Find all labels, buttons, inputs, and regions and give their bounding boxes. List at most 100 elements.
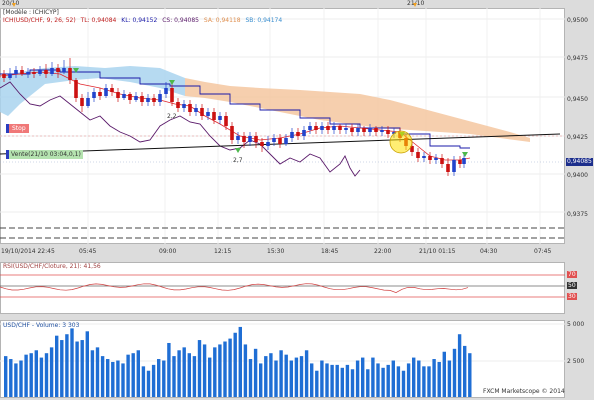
model-label: [Modèle : ICHICYP] <box>3 9 59 16</box>
candlestick <box>134 92 138 102</box>
candle-body <box>278 138 282 144</box>
candlestick <box>296 128 300 140</box>
candle-body <box>2 74 6 78</box>
price-tick-3: 0,9425 <box>567 134 588 141</box>
candle-body <box>368 128 372 132</box>
volume-bar <box>442 351 446 397</box>
candle-body <box>38 70 42 74</box>
candle-body <box>134 96 138 100</box>
candle-body <box>218 116 222 120</box>
candle-body <box>68 68 72 80</box>
candle-body <box>188 104 192 112</box>
candle-body <box>206 112 210 116</box>
stop-badge[interactable]: Stop <box>6 124 29 133</box>
candle-body <box>32 72 36 74</box>
candle-body <box>374 128 378 132</box>
volume-label: USD/CHF - Volume: 3 303 <box>3 322 80 329</box>
volume-bar <box>345 364 350 397</box>
candle-body <box>302 130 306 136</box>
candle-body <box>380 130 384 132</box>
candlestick <box>458 156 462 168</box>
candlestick <box>92 88 96 102</box>
current-price-tag: 0,94085 <box>566 158 593 166</box>
volume-chart[interactable] <box>0 320 565 398</box>
candle-body <box>242 136 246 142</box>
vente-badge[interactable]: Vente(21/10 03:04,0,1) <box>6 150 83 159</box>
candle-body <box>212 112 216 120</box>
candlestick <box>290 128 294 142</box>
volume-bar <box>208 357 212 397</box>
candle-body <box>428 156 432 160</box>
ichimoku-kl: KL: 0,94152 <box>121 17 158 24</box>
candlestick <box>104 84 108 98</box>
candlestick <box>440 154 444 168</box>
volume-tick-5000: 5 000 <box>567 321 585 328</box>
volume-bar <box>361 357 365 397</box>
volume-bar <box>401 370 406 397</box>
price-tick-0: 0,9500 <box>567 17 588 24</box>
vente-badge-label: Vente(21/10 03:04,0,1) <box>9 150 83 159</box>
volume-bar <box>24 354 28 397</box>
volume-bar <box>253 348 258 397</box>
rsi-level-50: 50 <box>567 282 577 289</box>
rsi-level-70: 70 <box>567 271 577 278</box>
volume-bar <box>70 328 74 397</box>
volume-bar <box>100 356 105 397</box>
candle-body <box>446 164 450 172</box>
time-label-7: 21/10 01:15 <box>419 248 456 255</box>
volume-bar <box>55 335 59 397</box>
candle-body <box>344 128 348 130</box>
candle-body <box>326 126 330 130</box>
volume-bar <box>412 357 416 397</box>
volume-bar <box>259 363 263 397</box>
volume-bar <box>238 326 242 397</box>
candlestick <box>176 98 180 112</box>
volume-bar <box>457 334 462 397</box>
candle-body <box>230 126 234 140</box>
candle-body <box>14 70 18 74</box>
candle-body <box>290 132 294 138</box>
time-label-0: 19/10/2014 22:45 <box>1 248 55 255</box>
candle-body <box>356 128 360 132</box>
candlestick <box>362 126 366 136</box>
volume-bar <box>218 344 222 397</box>
price-chart[interactable]: 2,2 2,7 <box>0 8 565 244</box>
volume-bar <box>304 350 309 397</box>
candle-body <box>170 88 174 102</box>
sell-signal-arrow-b <box>235 148 241 153</box>
volume-bar <box>4 356 8 397</box>
volume-bar <box>34 350 38 397</box>
volume-bar <box>417 360 421 397</box>
volume-bar <box>279 350 283 397</box>
candle-body <box>128 94 132 100</box>
price-tick-1: 0,9475 <box>567 55 588 62</box>
stop-badge-label: Stop <box>9 124 29 133</box>
candlestick <box>416 148 420 162</box>
volume-bar <box>172 356 176 397</box>
volume-bar <box>381 367 385 397</box>
sell-signal-arrow-c <box>462 152 468 157</box>
candle-body <box>104 88 108 96</box>
candlestick <box>350 124 354 136</box>
candle-body <box>332 126 336 130</box>
candle-body <box>296 132 300 136</box>
volume-bar <box>151 364 156 397</box>
ichimoku-cs: CS: 0,94085 <box>162 17 199 24</box>
volume-bar <box>9 359 13 397</box>
volume-bar <box>340 367 344 397</box>
volume-bar <box>391 360 395 397</box>
volume-bar <box>182 347 186 397</box>
volume-bar <box>310 363 314 397</box>
candle-body <box>44 70 48 74</box>
volume-bar <box>406 363 411 397</box>
time-label-5: 18:45 <box>321 248 339 255</box>
candle-body <box>110 88 114 92</box>
volume-bar <box>121 363 125 397</box>
volume-bar <box>437 361 441 397</box>
candle-body <box>194 108 198 112</box>
volume-bar <box>39 357 44 397</box>
volume-bar <box>371 357 375 397</box>
candle-body <box>236 136 240 140</box>
candle-body <box>152 98 156 102</box>
volume-bar <box>177 350 181 397</box>
